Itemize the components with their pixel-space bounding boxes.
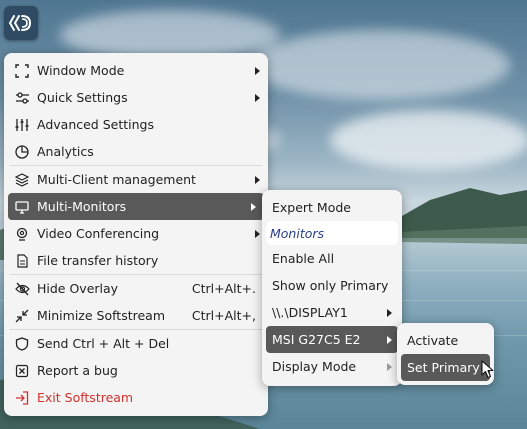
mouse-cursor-icon bbox=[481, 360, 494, 379]
menu-item-expert-mode[interactable]: Expert Mode bbox=[262, 194, 402, 221]
menu-item-hide-overlay[interactable]: Hide Overlay Ctrl+Alt+. bbox=[4, 275, 268, 302]
shortcut-label: Ctrl+Alt+. bbox=[191, 281, 256, 296]
menu-item-quick-settings[interactable]: Quick Settings bbox=[4, 84, 268, 111]
document-icon bbox=[14, 253, 30, 269]
bug-report-icon bbox=[14, 363, 30, 379]
eye-off-icon bbox=[14, 281, 30, 297]
chevron-right-icon bbox=[255, 93, 260, 102]
menu-item-label: Window Mode bbox=[37, 63, 125, 78]
equalizer-icon bbox=[14, 117, 30, 133]
menu-item-label: Expert Mode bbox=[272, 200, 351, 215]
monitor-icon bbox=[14, 199, 30, 215]
exit-icon bbox=[14, 390, 30, 406]
menu-item-label: Enable All bbox=[272, 251, 335, 266]
menu-item-multi-client[interactable]: Multi-Client management bbox=[4, 166, 268, 193]
menu-item-window-mode[interactable]: Window Mode bbox=[4, 57, 268, 84]
menu-item-label: Show only Primary bbox=[272, 278, 389, 293]
softstream-logo-icon bbox=[8, 15, 32, 31]
chevron-right-icon bbox=[251, 202, 256, 211]
menu-item-label: Video Conferencing bbox=[37, 226, 160, 241]
chevron-right-icon bbox=[387, 308, 392, 317]
window-mode-icon bbox=[14, 63, 30, 79]
menu-item-send-ctrl-alt-del[interactable]: Send Ctrl + Alt + Del bbox=[4, 330, 268, 357]
menu-item-label: Set Primary bbox=[407, 360, 480, 375]
menu-item-label: Multi-Client management bbox=[37, 172, 196, 187]
menu-item-label: Display Mode bbox=[272, 359, 357, 374]
webcam-icon bbox=[14, 226, 30, 242]
menu-item-exit-softstream[interactable]: Exit Softstream bbox=[4, 384, 268, 411]
menu-item-label: MSI G27C5 E2 bbox=[272, 332, 361, 347]
menu-item-label: File transfer history bbox=[37, 253, 159, 268]
menu-item-file-transfer-history[interactable]: File transfer history bbox=[4, 247, 268, 274]
menu-item-report-bug[interactable]: Report a bug bbox=[4, 357, 268, 384]
menu-item-label: Activate bbox=[407, 333, 459, 348]
section-header-label: Monitors bbox=[270, 225, 325, 241]
menu-item-minimize-softstream[interactable]: Minimize Softstream Ctrl+Alt+, bbox=[4, 302, 268, 329]
menu-item-label: Hide Overlay bbox=[37, 281, 119, 296]
menu-item-display-mode[interactable]: Display Mode bbox=[262, 353, 402, 380]
menu-item-label: Quick Settings bbox=[37, 90, 128, 105]
monitor-submenu: Activate Set Primary bbox=[397, 323, 494, 385]
menu-item-label: Multi-Monitors bbox=[37, 199, 127, 214]
menu-item-set-primary[interactable]: Set Primary bbox=[401, 354, 490, 381]
menu-item-label: \\.\DISPLAY1 bbox=[272, 305, 348, 320]
menu-item-label: Exit Softstream bbox=[37, 390, 134, 405]
menu-item-label: Send Ctrl + Alt + Del bbox=[37, 336, 170, 351]
menu-item-show-only-primary[interactable]: Show only Primary bbox=[262, 272, 402, 299]
menu-item-video-conferencing[interactable]: Video Conferencing bbox=[4, 220, 268, 247]
chevron-right-icon bbox=[387, 335, 392, 344]
menu-item-msi-monitor[interactable]: MSI G27C5 E2 bbox=[266, 326, 398, 353]
app-menu-button[interactable] bbox=[4, 6, 38, 40]
chevron-right-icon bbox=[255, 175, 260, 184]
menu-item-multi-monitors[interactable]: Multi-Monitors bbox=[8, 193, 264, 220]
multi-monitors-submenu: Expert Mode Monitors Enable All Show onl… bbox=[262, 190, 402, 386]
chevron-right-icon bbox=[387, 362, 392, 371]
menu-item-analytics[interactable]: Analytics bbox=[4, 138, 268, 165]
sliders-icon bbox=[14, 90, 30, 106]
menu-item-label: Report a bug bbox=[37, 363, 118, 378]
overlay-main-menu: Window Mode Quick Settings Advanced Sett… bbox=[4, 53, 268, 416]
menu-item-display1[interactable]: \\.\DISPLAY1 bbox=[262, 299, 402, 326]
chevron-right-icon bbox=[255, 66, 260, 75]
pie-chart-icon bbox=[14, 144, 30, 160]
minimize-icon bbox=[14, 308, 30, 324]
shortcut-label: Ctrl+Alt+, bbox=[191, 308, 256, 323]
layers-icon bbox=[14, 172, 30, 188]
menu-item-label: Analytics bbox=[37, 144, 94, 159]
menu-item-label: Minimize Softstream bbox=[37, 308, 165, 323]
monitors-section-header: Monitors bbox=[266, 221, 398, 245]
shield-icon bbox=[14, 336, 30, 352]
menu-item-activate[interactable]: Activate bbox=[397, 327, 494, 354]
menu-item-enable-all[interactable]: Enable All bbox=[262, 245, 402, 272]
chevron-right-icon bbox=[255, 229, 260, 238]
menu-item-advanced-settings[interactable]: Advanced Settings bbox=[4, 111, 268, 138]
menu-item-label: Advanced Settings bbox=[37, 117, 154, 132]
